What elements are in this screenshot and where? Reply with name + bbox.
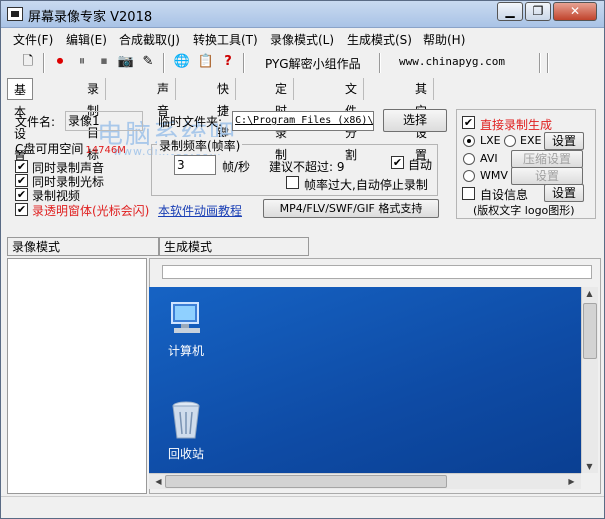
- tab-schedule[interactable]: 定时录制: [269, 78, 295, 162]
- browse-button[interactable]: 选择: [383, 109, 447, 132]
- auto-stop-label: 帧率过大,自动停止录制: [304, 178, 428, 192]
- window-title: 屏幕录像专家 V2018: [28, 10, 153, 25]
- checkbox-record-video[interactable]: ✔: [15, 188, 28, 201]
- toolbar-separator: [43, 53, 45, 73]
- tutorial-link[interactable]: 本软件动画教程: [158, 202, 242, 219]
- custom-info-label: 自设信息: [480, 188, 529, 202]
- menu-convert[interactable]: 转换工具(T): [193, 31, 258, 48]
- app-icon: [7, 7, 23, 21]
- desktop-preview: 计算机 回收站: [149, 287, 581, 473]
- disk-space-label: C盘可用空间 14746M: [15, 142, 126, 156]
- framerate-unit: 帧/秒: [222, 160, 251, 174]
- exe-label: EXE: [520, 134, 542, 147]
- stop-icon[interactable]: ⏹: [95, 53, 113, 71]
- app-window: 屏幕录像专家 V2018 ▁ ❐ ✕ 文件(F) 编辑(E) 合成截取(J) 转…: [0, 0, 605, 519]
- status-bar: [1, 496, 604, 518]
- tab-record-target[interactable]: 录制目标: [81, 78, 107, 162]
- recycle-bin-icon: [172, 401, 200, 439]
- checkbox-record-audio[interactable]: ✔: [15, 160, 28, 173]
- desktop-icon-recycle-bin[interactable]: 回收站: [156, 398, 216, 462]
- format-support-button[interactable]: MP4/FLV/SWF/GIF 格式支持: [263, 199, 439, 218]
- menu-generate-mode[interactable]: 生成模式(S): [347, 31, 412, 48]
- checkbox-transparent[interactable]: ✔: [15, 203, 28, 216]
- url-text: www.chinapyg.com: [399, 55, 505, 68]
- minimize-button[interactable]: ▁: [497, 2, 523, 21]
- tab-record-mode[interactable]: 录像模式: [7, 237, 159, 256]
- horizontal-scroll-thumb[interactable]: [165, 475, 447, 488]
- recording-list[interactable]: [7, 258, 147, 494]
- title-bar: 屏幕录像专家 V2018 ▁ ❐ ✕: [1, 1, 604, 28]
- tab-basic[interactable]: 基本设置: [7, 78, 34, 163]
- suggest-label: 建议不超过: 9: [269, 160, 345, 174]
- radio-avi[interactable]: [463, 153, 475, 165]
- transparent-label: 录透明窗体(光标会闪): [32, 204, 150, 218]
- menu-record-mode[interactable]: 录像模式(L): [270, 31, 334, 48]
- help-icon[interactable]: ?: [219, 53, 237, 71]
- computer-label: 计算机: [167, 344, 204, 358]
- custom-info-settings-button[interactable]: 设置: [544, 184, 584, 202]
- framerate-input[interactable]: 3: [174, 155, 216, 175]
- scroll-right-icon[interactable]: ▶: [564, 477, 579, 486]
- settings-button[interactable]: 设置: [544, 132, 584, 150]
- desktop-icon-computer[interactable]: 计算机: [156, 299, 216, 359]
- vertical-scrollbar[interactable]: ▲ ▼: [581, 287, 598, 473]
- menu-file[interactable]: 文件(F): [13, 31, 53, 48]
- recycle-bin-label: 回收站: [167, 447, 204, 461]
- wmv-settings-button[interactable]: 设置: [511, 167, 583, 185]
- checkbox-auto-stop[interactable]: [286, 176, 299, 189]
- radio-exe[interactable]: [504, 135, 516, 147]
- toolbar-separator: [547, 53, 549, 73]
- tab-audio[interactable]: 声音: [151, 78, 177, 118]
- scroll-down-icon[interactable]: ▼: [582, 462, 597, 471]
- tab-split[interactable]: 文件分割: [339, 78, 365, 162]
- pen-icon[interactable]: ✎: [139, 53, 157, 71]
- checkbox-auto[interactable]: ✔: [391, 156, 404, 169]
- logo-note: (版权文字 logo图形): [473, 204, 575, 217]
- filename-input[interactable]: 录像1: [65, 111, 143, 131]
- tab-generate-mode[interactable]: 生成模式: [159, 237, 309, 256]
- credit-text: PYG解密小组作品: [265, 57, 361, 71]
- temp-folder-label: 临时文件夹:: [158, 115, 223, 129]
- globe-icon[interactable]: 🌐: [173, 53, 191, 71]
- temp-folder-input[interactable]: C:\Program Files (x86)\: [232, 111, 374, 131]
- camera-icon[interactable]: 📷: [117, 53, 135, 71]
- auto-label: 自动: [408, 158, 433, 172]
- restore-button[interactable]: ❐: [525, 2, 551, 21]
- close-button[interactable]: ✕: [553, 2, 597, 21]
- radio-wmv[interactable]: [463, 170, 475, 182]
- toolbar-separator: [539, 53, 541, 73]
- computer-icon: [171, 302, 200, 333]
- checkbox-record-cursor[interactable]: ✔: [15, 174, 28, 187]
- toolbar-separator: [163, 53, 165, 73]
- lxe-label: LXE: [480, 134, 501, 147]
- register-icon[interactable]: 📋: [197, 53, 215, 71]
- pause-icon[interactable]: ⏸: [73, 53, 91, 71]
- checkbox-direct-record[interactable]: ✔: [462, 116, 475, 129]
- preview-ruler: [162, 265, 592, 279]
- menu-bar: 文件(F) 编辑(E) 合成截取(J) 转换工具(T) 录像模式(L) 生成模式…: [1, 28, 604, 49]
- toolbar-separator: [243, 53, 245, 73]
- menu-edit[interactable]: 编辑(E): [66, 31, 107, 48]
- new-file-icon[interactable]: 🗋: [19, 53, 37, 71]
- checkbox-custom-info[interactable]: [462, 187, 475, 200]
- wmv-label: WMV: [480, 169, 508, 182]
- avi-label: AVI: [480, 152, 498, 165]
- scroll-up-icon[interactable]: ▲: [582, 289, 597, 298]
- menu-compose[interactable]: 合成截取(J): [119, 31, 180, 48]
- horizontal-scrollbar[interactable]: ◀ ▶: [149, 473, 581, 489]
- scroll-left-icon[interactable]: ◀: [151, 477, 166, 486]
- menu-help[interactable]: 帮助(H): [423, 31, 465, 48]
- record-icon[interactable]: ⏺: [51, 53, 69, 71]
- radio-lxe[interactable]: [463, 135, 475, 147]
- filename-label: 文件名:: [15, 115, 56, 129]
- framerate-group-title: 录制频率(帧率): [157, 137, 243, 154]
- direct-record-label: 直接录制生成: [480, 118, 553, 132]
- tab-hotkeys[interactable]: 快捷键: [211, 78, 237, 140]
- tab-other[interactable]: 其它设置: [409, 78, 435, 162]
- toolbar-separator: [379, 53, 381, 73]
- toolbar: 🗋 ⏺ ⏸ ⏹ 📷 ✎ 🌐 📋 ? PYG解密小组作品 www.chinapyg…: [7, 51, 601, 75]
- vertical-scroll-thumb[interactable]: [583, 303, 597, 359]
- compress-settings-button[interactable]: 压缩设置: [511, 150, 583, 168]
